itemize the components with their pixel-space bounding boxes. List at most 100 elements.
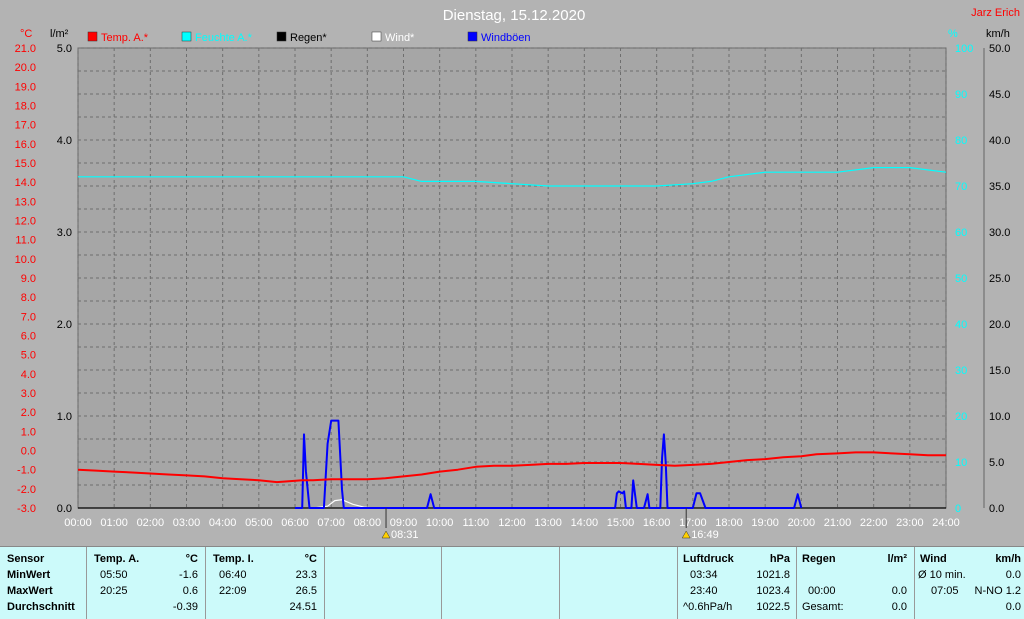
temp-tick-label: 14.0 xyxy=(15,177,36,189)
wind-tick-label: 40.0 xyxy=(989,135,1010,147)
stats-footer: Sensor MinWert MaxWert Durchschnitt Temp… xyxy=(0,546,1024,619)
temp-tick-label: -1.0 xyxy=(17,465,36,477)
temp-tick-label: 10.0 xyxy=(15,254,36,266)
rain-panel: Regen l/m² 00:00 0.0 Gesamt: 0.0 xyxy=(797,547,915,619)
pressure-max-value: 1023.4 xyxy=(756,585,790,597)
x-tick-label: 02:00 xyxy=(137,517,165,529)
rain-tick-label: 4.0 xyxy=(57,135,72,147)
percent-unit: % xyxy=(948,28,958,40)
temp-tick-label: 9.0 xyxy=(21,273,36,285)
wind-unit: km/h xyxy=(995,553,1021,565)
temp-tick-label: 20.0 xyxy=(15,62,36,74)
temp-tick-label: 15.0 xyxy=(15,158,36,170)
temp-tick-label: 5.0 xyxy=(21,350,36,362)
temp-tick-label: -2.0 xyxy=(17,484,36,496)
legend-swatch xyxy=(276,31,287,42)
humidity-tick-label: 50 xyxy=(955,273,967,285)
legend-label: Windböen xyxy=(481,32,531,44)
rain-max-time: 00:00 xyxy=(808,585,836,597)
temp-tick-label: 4.0 xyxy=(21,369,36,381)
x-tick-label: 09:00 xyxy=(390,517,418,529)
wind-panel: Wind km/h Ø 10 min. 0.0 07:05 N-NO 1.2 0… xyxy=(915,547,1024,619)
temp-a-max-value: 0.6 xyxy=(182,585,198,597)
x-tick-label: 05:00 xyxy=(245,517,273,529)
x-tick-label: 08:00 xyxy=(354,517,382,529)
x-tick-label: 11:00 xyxy=(462,517,489,529)
legend-swatch xyxy=(467,31,478,42)
rain-total-label: Gesamt: xyxy=(802,601,844,613)
x-tick-label: 14:00 xyxy=(571,517,599,529)
temp-i-unit: °C xyxy=(304,553,317,565)
pressure-panel: Luftdruck hPa 03:34 1021.8 23:40 1023.4 … xyxy=(678,547,797,619)
wind-tick-label: 50.0 xyxy=(989,43,1010,55)
sensor-panel: Sensor MinWert MaxWert Durchschnitt xyxy=(0,547,87,619)
x-tick-label: 04:00 xyxy=(209,517,237,529)
empty-panel-3 xyxy=(560,547,678,619)
wind-tick-label: 20.0 xyxy=(989,319,1010,331)
legend-label: Regen* xyxy=(290,32,327,44)
legend-label: Wind* xyxy=(385,32,415,44)
temp-i-min-value: 23.3 xyxy=(295,569,317,581)
sunset-label: 16:49 xyxy=(691,529,719,541)
temp-a-max-time: 20:25 xyxy=(100,585,128,597)
x-tick-label: 23:00 xyxy=(896,517,924,529)
x-tick-label: 15:00 xyxy=(607,517,635,529)
temp-tick-label: 6.0 xyxy=(21,331,36,343)
temp-tick-label: 12.0 xyxy=(15,216,36,228)
x-tick-label: 07:00 xyxy=(317,517,345,529)
temp-a-panel: Temp. A. °C 05:50 -1.6 20:25 0.6 -0.39 xyxy=(87,547,206,619)
temp-tick-label: 3.0 xyxy=(21,388,36,400)
wind-tick-label: 25.0 xyxy=(989,273,1010,285)
temp-tick-label: 19.0 xyxy=(15,81,36,93)
kmh-unit: km/h xyxy=(986,28,1010,40)
x-tick-label: 06:00 xyxy=(281,517,309,529)
x-tick-label: 13:00 xyxy=(534,517,562,529)
humidity-tick-label: 10 xyxy=(955,457,967,469)
pressure-header: Luftdruck xyxy=(683,553,734,565)
pressure-unit: hPa xyxy=(769,553,790,565)
empty-panel-1 xyxy=(325,547,442,619)
temp-i-max-time: 22:09 xyxy=(219,585,247,597)
humidity-tick-label: 40 xyxy=(955,319,967,331)
humidity-tick-label: 70 xyxy=(955,181,967,193)
temp-i-panel: Temp. I. °C 06:40 23.3 22:09 26.5 24.51 xyxy=(206,547,325,619)
temp-tick-label: 21.0 xyxy=(15,43,36,55)
temp-tick-label: 1.0 xyxy=(21,426,36,438)
rain-tick-label: 2.0 xyxy=(57,319,72,331)
pressure-max-time: 23:40 xyxy=(690,585,718,597)
x-tick-label: 16:00 xyxy=(643,517,671,529)
author-label: Jarz Erich xyxy=(971,7,1020,19)
rain-unit: l/m² xyxy=(50,28,69,40)
wind-tick-label: 5.0 xyxy=(989,457,1004,469)
weather-chart: 21.0 20.0 19.0 18.0 17.0 16.0 15.0 14.0 13.0 12.0… xyxy=(15,7,1020,541)
rain-tick-label: 0.0 xyxy=(57,503,72,515)
rain-header: Regen xyxy=(802,553,836,565)
x-tick-label: 19:00 xyxy=(751,517,779,529)
temp-a-unit: °C xyxy=(185,553,198,565)
empty-panel-2 xyxy=(442,547,560,619)
x-tick-label: 21:00 xyxy=(824,517,852,529)
wind-avg-value: 0.0 xyxy=(1005,601,1021,613)
wind-tick-label: 35.0 xyxy=(989,181,1010,193)
temp-a-min-time: 05:50 xyxy=(100,569,128,581)
x-tick-label: 24:00 xyxy=(932,517,960,529)
legend-swatch xyxy=(87,31,98,42)
humidity-tick-label: 30 xyxy=(955,365,967,377)
humidity-tick-label: 90 xyxy=(955,89,967,101)
legend-label: Temp. A.* xyxy=(101,32,149,44)
pressure-trend-value: 1022.5 xyxy=(756,601,790,613)
x-tick-label: 17:00 xyxy=(679,517,707,529)
x-tick-label: 18:00 xyxy=(715,517,743,529)
temp-tick-label: 13.0 xyxy=(15,196,36,208)
temp-tick-label: 2.0 xyxy=(21,407,36,419)
sunrise-label: 08:31 xyxy=(391,529,419,541)
temp-tick-label: 0.0 xyxy=(21,446,36,458)
temp-a-header: Temp. A. xyxy=(94,553,140,565)
sunset-icon xyxy=(681,530,691,539)
temp-a-min-value: -1.6 xyxy=(179,569,198,581)
x-tick-label: 12:00 xyxy=(498,517,526,529)
chart-title: Dienstag, 15.12.2020 xyxy=(443,7,586,24)
temp-tick-label: 17.0 xyxy=(15,120,36,132)
temp-tick-label: 11.0 xyxy=(15,235,36,247)
wind-max-value: N-NO 1.2 xyxy=(974,585,1021,597)
